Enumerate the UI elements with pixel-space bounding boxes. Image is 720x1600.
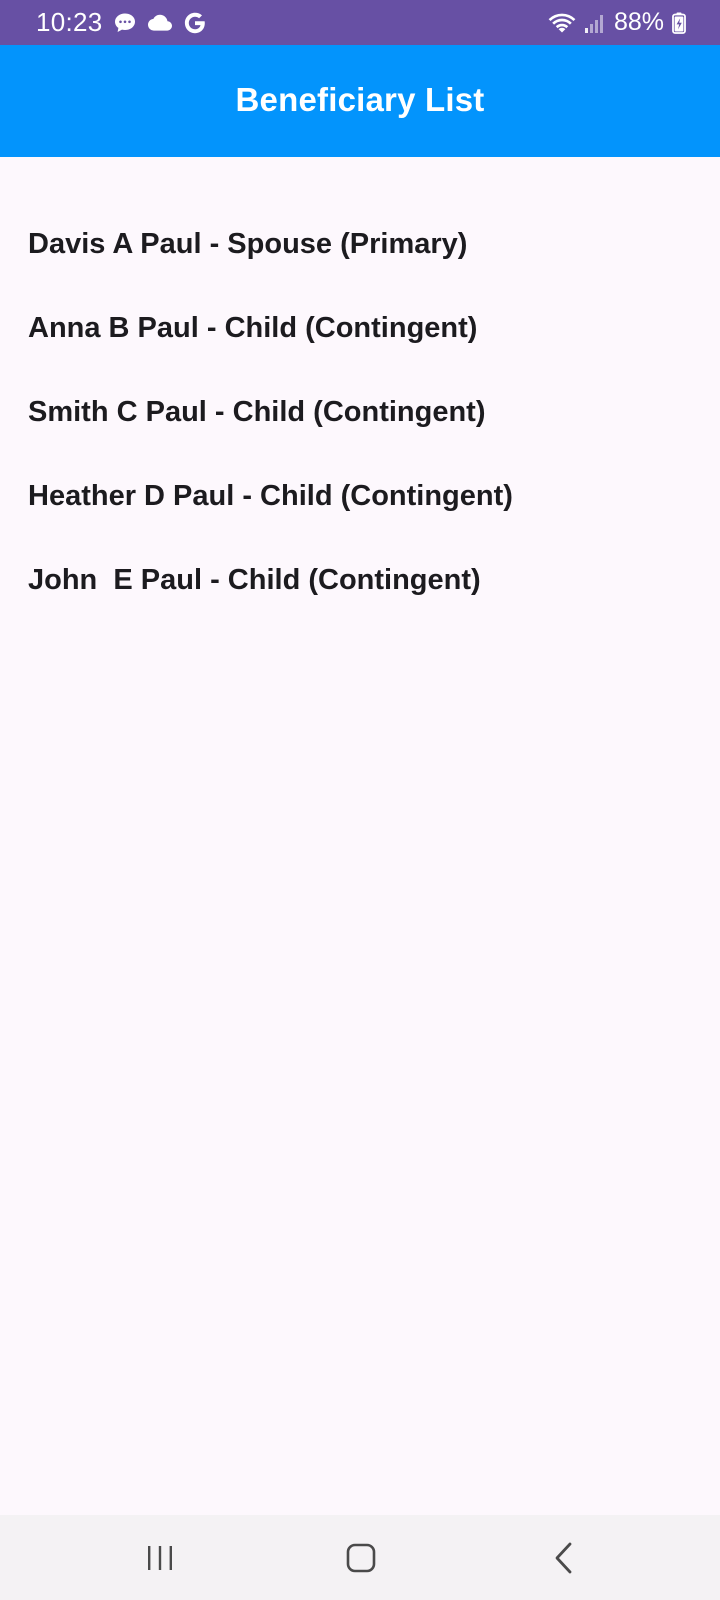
app-bar: Beneficiary List xyxy=(0,45,720,157)
status-left-group: 10:23 xyxy=(36,0,207,45)
beneficiary-label: Anna B Paul - Child (Contingent) xyxy=(28,312,478,344)
list-item-beneficiary[interactable]: Anna B Paul - Child (Contingent) xyxy=(0,311,720,395)
list-item-beneficiary[interactable]: John E Paul - Child (Contingent) xyxy=(0,563,720,647)
back-button[interactable] xyxy=(504,1515,624,1600)
list-item-beneficiary[interactable]: Davis A Paul - Spouse (Primary) xyxy=(0,227,720,311)
list-item-beneficiary[interactable]: Smith C Paul - Child (Contingent) xyxy=(0,395,720,479)
back-icon xyxy=(552,1541,576,1575)
chat-bubble-icon xyxy=(113,11,137,35)
signal-icon xyxy=(584,12,606,34)
battery-charging-icon xyxy=(672,12,686,34)
navigation-bar xyxy=(0,1515,720,1600)
list-item-beneficiary[interactable]: Heather D Paul - Child (Contingent) xyxy=(0,479,720,563)
battery-percentage: 88% xyxy=(613,8,664,36)
status-bar: 10:23 88% xyxy=(0,0,720,45)
cloud-icon xyxy=(147,13,173,33)
beneficiary-label: Davis A Paul - Spouse (Primary) xyxy=(28,228,468,260)
wifi-icon xyxy=(548,12,576,34)
beneficiary-list: Davis A Paul - Spouse (Primary) Anna B P… xyxy=(0,157,720,647)
beneficiary-label: Heather D Paul - Child (Contingent) xyxy=(28,480,513,512)
beneficiary-label: John E Paul - Child (Contingent) xyxy=(28,564,481,596)
beneficiary-label: Smith C Paul - Child (Contingent) xyxy=(28,396,486,428)
home-icon xyxy=(345,1542,377,1574)
recents-button[interactable] xyxy=(100,1515,220,1600)
status-right-group: 88% xyxy=(548,0,686,45)
page-title: Beneficiary List xyxy=(235,81,485,118)
recents-icon xyxy=(145,1543,175,1573)
status-time: 10:23 xyxy=(36,7,103,37)
google-g-icon xyxy=(183,11,207,35)
home-button[interactable] xyxy=(301,1515,421,1600)
